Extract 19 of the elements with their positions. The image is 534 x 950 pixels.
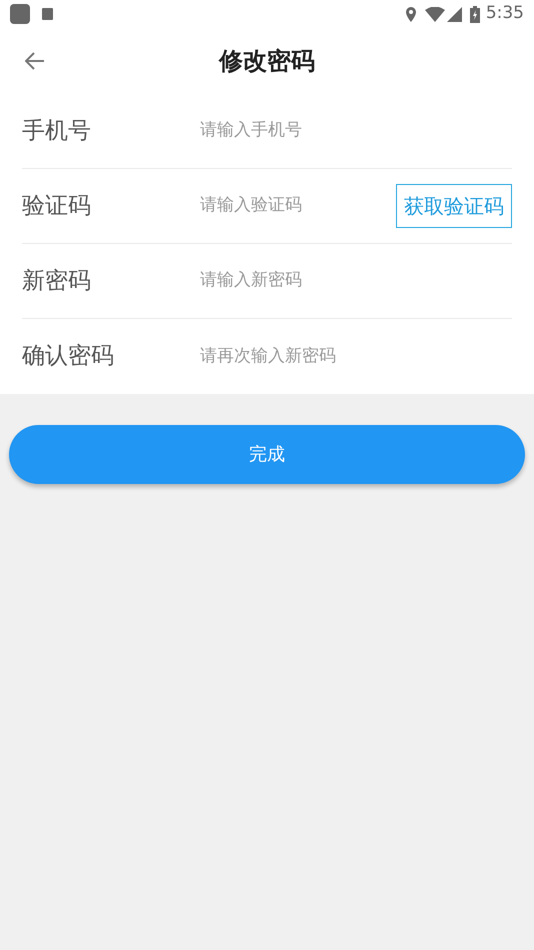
signal-icon [446,6,462,22]
field-label: 新密码 [22,266,92,296]
input-field[interactable]: 请再次输入新密码 [200,344,512,370]
clock-time: 5:35 [486,2,524,26]
get-code-button[interactable]: 获取验证码 [396,184,512,228]
notification-icon [42,8,53,20]
submit-button[interactable]: 完成 [9,425,525,484]
input-field[interactable]: 请输入验证码 [200,193,396,219]
page-title: 修改密码 [219,46,315,77]
battery-icon [470,6,480,22]
input-field[interactable]: 请输入新密码 [200,268,512,294]
back-arrow-icon[interactable] [25,52,45,70]
wifi-icon [424,6,445,22]
field-label: 验证码 [22,192,92,221]
app-icon [10,4,30,24]
field-label: 确认密码 [22,342,115,372]
field-label: 手机号 [22,116,92,146]
input-field[interactable]: 请输入手机号 [200,118,512,144]
location-icon [404,6,417,22]
